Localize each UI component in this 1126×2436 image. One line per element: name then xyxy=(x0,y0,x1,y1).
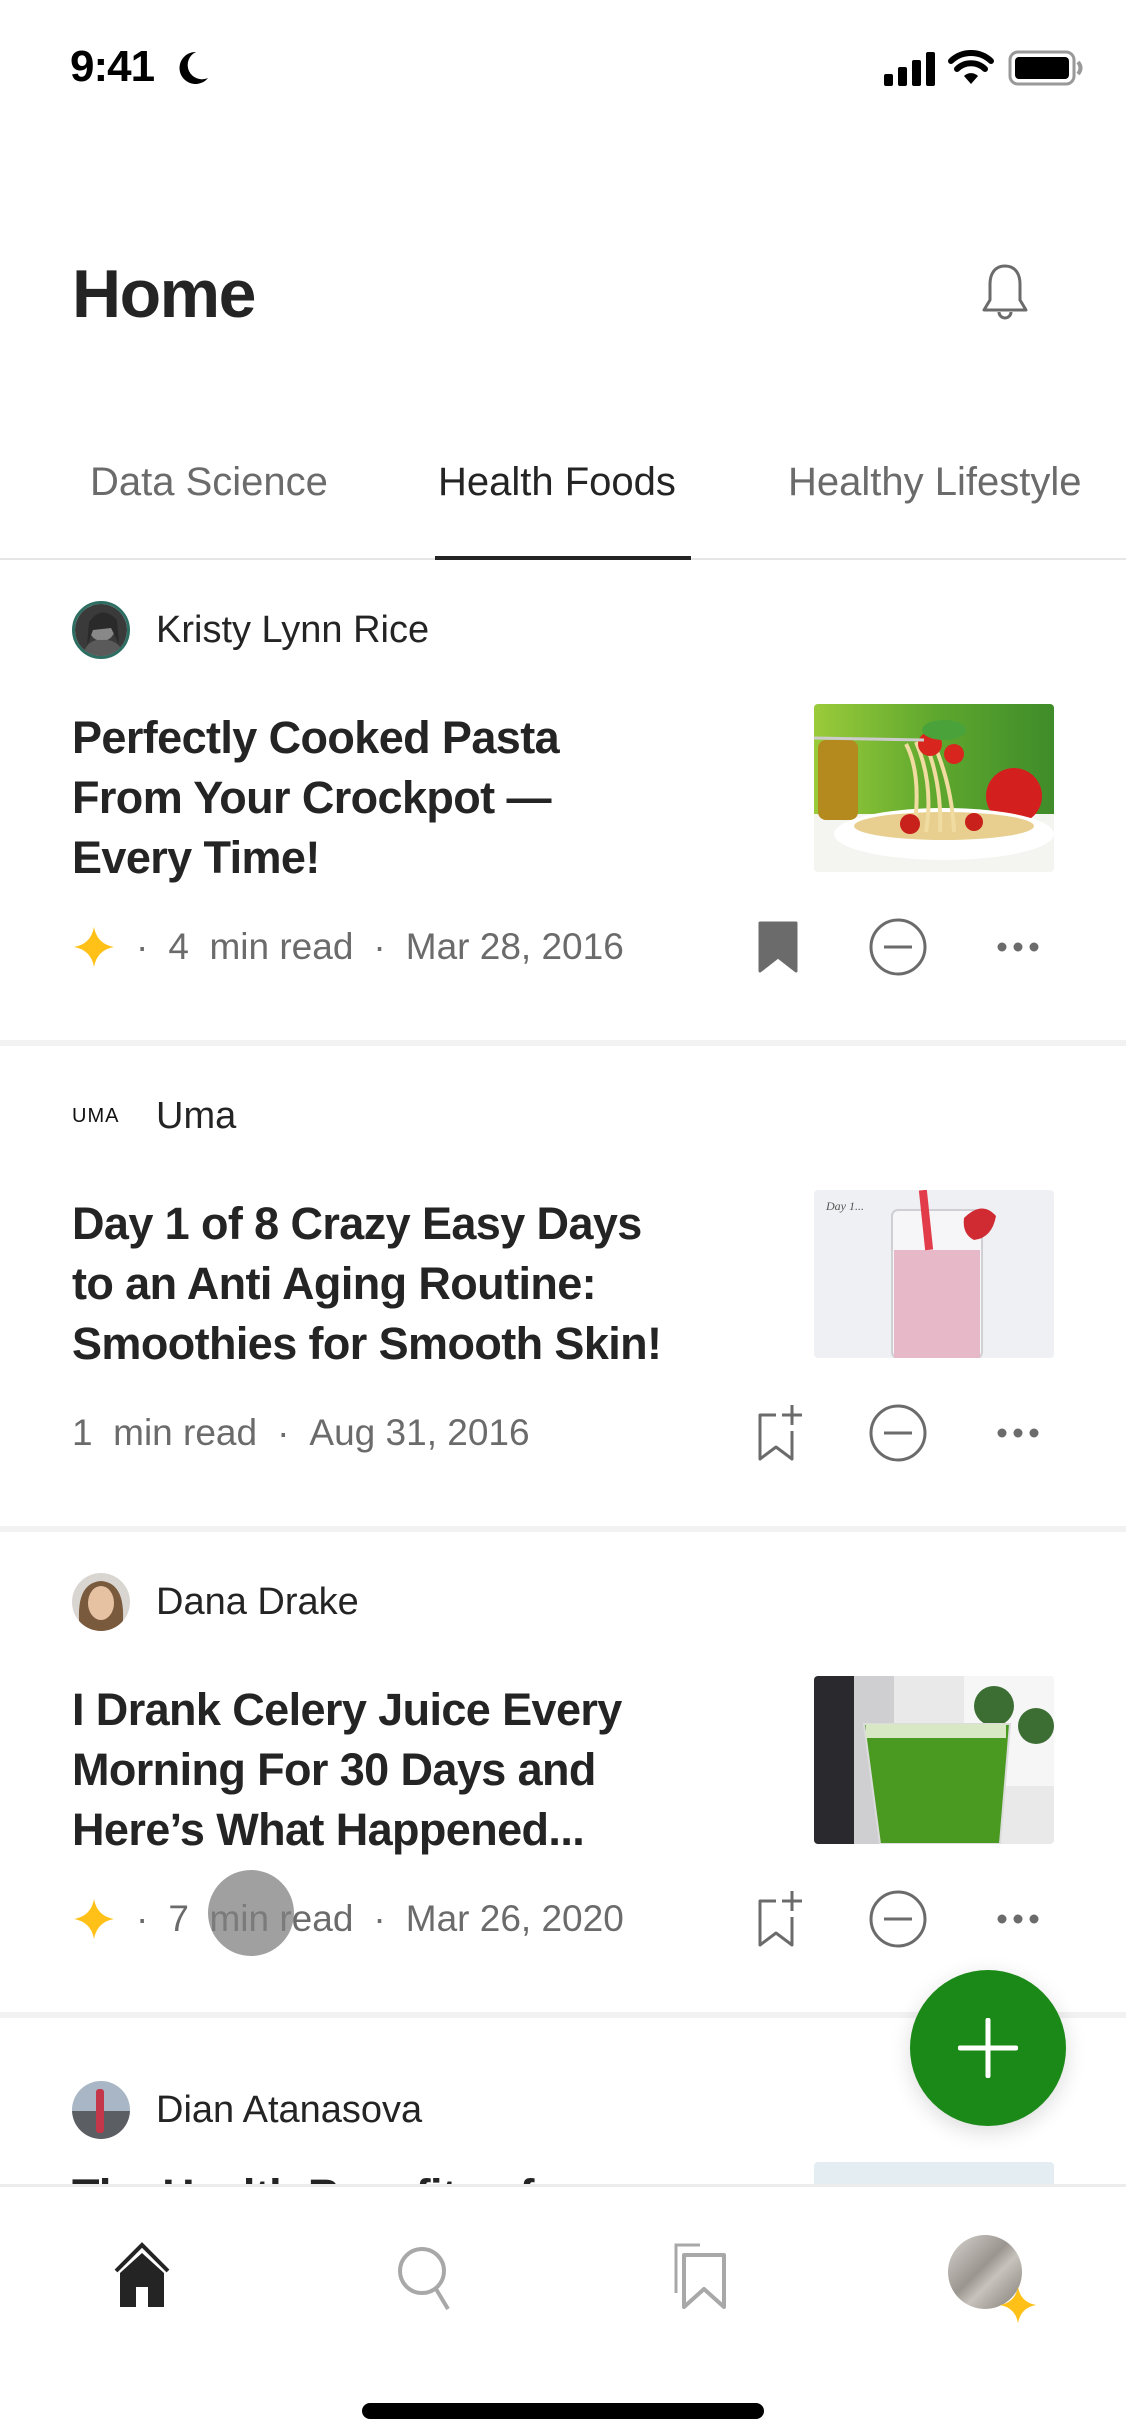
bookmark-button[interactable] xyxy=(746,1887,810,1951)
separator: · xyxy=(136,926,149,967)
article-thumbnail-smoothie[interactable]: Day 1... xyxy=(814,1190,1054,1358)
publish-date: Aug 31, 2016 xyxy=(309,1412,530,1453)
new-story-button[interactable] xyxy=(910,1970,1066,2126)
read-time: 1 min read xyxy=(72,1412,258,1453)
bookmark-button[interactable] xyxy=(746,1401,810,1465)
member-star-icon xyxy=(74,927,114,967)
cellular-signal-icon xyxy=(884,52,935,86)
article-title[interactable]: Day 1 of 8 Crazy Easy Days to an Anti Ag… xyxy=(72,1194,712,1374)
show-less-button[interactable] xyxy=(866,1887,930,1951)
status-bar: 9:41 xyxy=(0,0,1126,140)
nav-profile[interactable] xyxy=(944,2227,1044,2327)
separator: · xyxy=(373,1898,386,1939)
bell-icon xyxy=(982,264,1028,320)
moon-icon xyxy=(179,51,208,84)
bookmarks-icon xyxy=(674,2243,726,2309)
author-row[interactable]: Kristy Lynn Rice xyxy=(72,600,429,660)
minus-circle-icon xyxy=(869,918,927,976)
show-less-button[interactable] xyxy=(866,915,930,979)
author-name: Kristy Lynn Rice xyxy=(156,608,430,651)
bottom-navigation xyxy=(0,2184,1126,2436)
active-tab-indicator xyxy=(435,556,691,560)
article-title[interactable]: I Drank Celery Juice Every Morning For 3… xyxy=(72,1680,712,1860)
more-options-button[interactable] xyxy=(986,1887,1050,1951)
author-row[interactable]: Dana Drake xyxy=(72,1572,359,1632)
title-line: Here’s What Happened... xyxy=(72,1804,585,1855)
page-title: Home xyxy=(72,256,256,332)
nav-search[interactable] xyxy=(384,2237,464,2317)
article-thumbnail-pasta[interactable] xyxy=(814,704,1054,872)
tab-data-science[interactable]: Data Science xyxy=(90,460,328,505)
show-less-button[interactable] xyxy=(866,1401,930,1465)
topic-tabs: Data Science Health Foods Healthy Lifest… xyxy=(0,440,1126,560)
search-icon xyxy=(398,2247,450,2311)
status-time: 9:41 xyxy=(70,42,155,91)
author-avatar xyxy=(72,2081,130,2139)
bookmark-add-icon xyxy=(758,1405,802,1461)
tab-health-foods[interactable]: Health Foods xyxy=(438,460,676,505)
title-line: Day 1 of 8 Crazy Easy Days xyxy=(72,1198,642,1249)
more-options-button[interactable] xyxy=(986,915,1050,979)
member-star-icon xyxy=(74,1899,114,1939)
nav-home[interactable] xyxy=(102,2237,182,2317)
bookmark-filled-icon xyxy=(758,921,798,973)
touch-indicator xyxy=(208,1870,294,1956)
publication-logo: UMA xyxy=(72,1104,120,1127)
bookmark-add-icon xyxy=(758,1891,802,1947)
more-horizontal-icon xyxy=(997,1914,1039,1924)
bookmark-button[interactable] xyxy=(746,915,810,979)
battery-icon xyxy=(1008,50,1083,86)
minus-circle-icon xyxy=(869,1404,927,1462)
author-name: Dian Atanasova xyxy=(156,2088,423,2131)
tab-healthy-lifestyle[interactable]: Healthy Lifestyle xyxy=(788,460,1081,505)
more-horizontal-icon xyxy=(997,942,1039,952)
wifi-icon xyxy=(948,50,994,84)
title-line: Every Time! xyxy=(72,832,320,883)
title-line: From Your Crockpot — xyxy=(72,772,551,823)
article-title[interactable]: Perfectly Cooked Pasta From Your Crockpo… xyxy=(72,708,712,888)
article-divider xyxy=(0,1526,1126,1532)
read-time: 4 min read xyxy=(168,926,354,967)
author-row[interactable]: Dian Atanasova xyxy=(72,2080,422,2140)
title-line: Smoothies for Smooth Skin! xyxy=(72,1318,662,1369)
author-avatar xyxy=(72,601,130,659)
author-row[interactable]: UMA Uma xyxy=(72,1086,236,1146)
article-thumbnail-celery-juice[interactable] xyxy=(814,1676,1054,1844)
article-meta: · 4 min read · Mar 28, 2016 xyxy=(72,922,624,972)
more-options-button[interactable] xyxy=(986,1401,1050,1465)
home-icon xyxy=(114,2242,170,2307)
author-name: Uma xyxy=(156,1094,237,1137)
notifications-button[interactable] xyxy=(980,262,1030,326)
article-divider xyxy=(0,1040,1126,1046)
publish-date: Mar 26, 2020 xyxy=(405,1898,624,1939)
title-line: Perfectly Cooked Pasta xyxy=(72,712,560,763)
home-indicator xyxy=(362,2403,764,2419)
more-horizontal-icon xyxy=(997,1428,1039,1438)
separator: · xyxy=(373,926,386,967)
separator: · xyxy=(136,1898,149,1939)
article-meta: · 7 min read · Mar 26, 2020 xyxy=(72,1894,624,1944)
title-line: Morning For 30 Days and xyxy=(72,1744,596,1795)
title-line: I Drank Celery Juice Every xyxy=(72,1684,622,1735)
author-avatar xyxy=(72,1573,130,1631)
article-meta: 1 min read · Aug 31, 2016 xyxy=(72,1408,530,1458)
member-star-icon xyxy=(999,2286,1037,2324)
nav-library[interactable] xyxy=(664,2237,744,2317)
plus-icon xyxy=(958,2018,1018,2078)
publish-date: Mar 28, 2016 xyxy=(405,926,624,967)
separator: · xyxy=(277,1412,290,1453)
title-line: to an Anti Aging Routine: xyxy=(72,1258,597,1309)
minus-circle-icon xyxy=(869,1890,927,1948)
thumbnail-caption: Day 1... xyxy=(825,1199,864,1213)
author-name: Dana Drake xyxy=(156,1580,359,1623)
